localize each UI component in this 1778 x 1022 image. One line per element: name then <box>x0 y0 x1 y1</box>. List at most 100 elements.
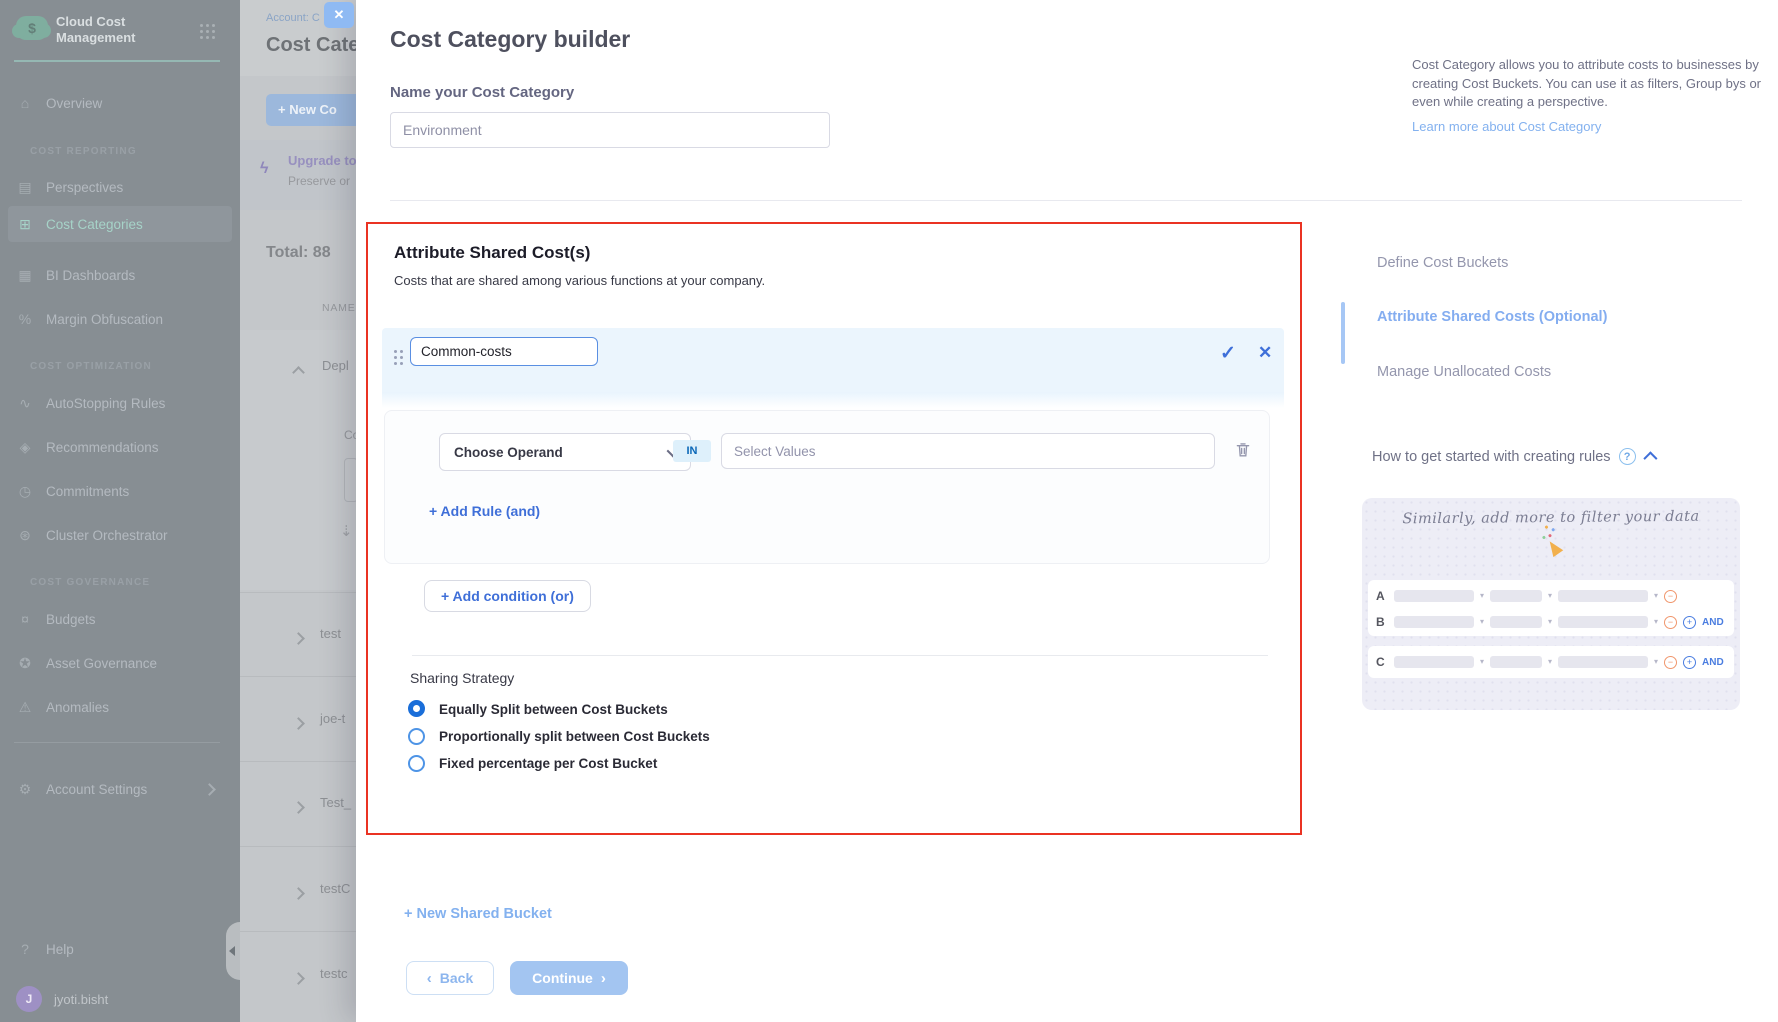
sidebar-divider <box>14 742 220 743</box>
home-icon: ⌂ <box>16 95 34 111</box>
sidebar-item-asset-governance[interactable]: ✪ Asset Governance <box>16 650 224 676</box>
sidebar-item-account-settings[interactable]: ⚙ Account Settings <box>16 776 224 802</box>
chevron-right-icon[interactable] <box>294 715 303 733</box>
close-drawer-button[interactable]: ✕ <box>324 2 354 28</box>
name-field-label: Name your Cost Category <box>390 84 574 101</box>
operand-select-value: Choose Operand <box>454 445 563 460</box>
new-cost-category-button[interactable]: + New Co <box>266 94 356 126</box>
table-row[interactable]: testC <box>320 881 350 896</box>
bg-inner-label: Co <box>344 428 356 442</box>
select-values-input[interactable] <box>721 433 1215 469</box>
radio-proportionally-split[interactable] <box>408 728 425 745</box>
sidebar-item-label: AutoStopping Rules <box>46 396 165 411</box>
table-row[interactable]: testc <box>320 966 347 981</box>
and-label: AND <box>1702 657 1724 668</box>
module-grid-icon[interactable] <box>200 24 203 27</box>
radio-fixed-percentage[interactable] <box>408 755 425 772</box>
continue-button[interactable]: Continue › <box>510 961 628 995</box>
caret-down-icon: ▾ <box>1654 592 1658 600</box>
sidebar-item-recommendations[interactable]: ◈ Recommendations <box>16 434 224 460</box>
placeholder-field <box>1394 590 1474 602</box>
table-row[interactable]: joe-t <box>320 711 345 726</box>
caret-down-icon: ▾ <box>1480 592 1484 600</box>
chevron-right-icon[interactable] <box>294 799 303 817</box>
illustration-row-b: B ▾ ▾ ▾ − + AND <box>1368 609 1734 635</box>
chevron-right-icon[interactable] <box>294 885 303 903</box>
sidebar-collapse-handle[interactable] <box>226 922 240 980</box>
step-attribute-shared-costs[interactable]: Attribute Shared Costs (Optional) <box>1377 309 1607 325</box>
sidebar-item-label: Cost Categories <box>46 217 143 232</box>
caret-down-icon: ▾ <box>1480 658 1484 666</box>
sidebar-item-budgets[interactable]: ¤ Budgets <box>16 606 224 632</box>
sidebar-item-overview[interactable]: ⌂ Overview <box>16 90 224 116</box>
question-mark-icon[interactable]: ? <box>1619 448 1636 465</box>
radio-equally-split[interactable] <box>408 700 425 717</box>
delete-rule-button[interactable] <box>1229 437 1257 465</box>
dashboards-icon: ▦ <box>16 267 34 284</box>
chevron-right-icon[interactable] <box>294 970 303 988</box>
confirm-check-icon[interactable]: ✓ <box>1220 342 1236 365</box>
drag-handle-icon[interactable] <box>394 350 397 353</box>
new-shared-bucket-link[interactable]: + New Shared Bucket <box>404 906 552 922</box>
cloud-cost-logo-icon: $ <box>16 16 48 40</box>
sidebar-item-margin-obfuscation[interactable]: % Margin Obfuscation <box>16 306 224 332</box>
chevron-right-icon[interactable] <box>294 630 303 648</box>
rules-illustration-panel: Similarly, add more to filter your data … <box>1362 498 1740 710</box>
dollar-glyph: $ <box>28 20 36 36</box>
sidebar-item-commitments[interactable]: ◷ Commitments <box>16 478 224 504</box>
bg-clipped-input <box>344 458 356 502</box>
sidebar-section-cost-optimization: COST OPTIMIZATION <box>30 361 152 372</box>
step-manage-unallocated-costs[interactable]: Manage Unallocated Costs <box>1377 364 1551 380</box>
upgrade-title: Upgrade to <box>288 153 356 168</box>
user-menu[interactable]: J jyoti.bisht <box>16 986 224 1012</box>
asset-governance-icon: ✪ <box>16 655 34 672</box>
radio-label-fixed-percentage[interactable]: Fixed percentage per Cost Bucket <box>439 756 657 771</box>
sidebar-item-cluster-orchestrator[interactable]: ⊛ Cluster Orchestrator <box>16 522 224 548</box>
recommendations-icon: ◈ <box>16 439 34 456</box>
app-title: Cloud Cost Management <box>56 14 135 46</box>
add-rule-link[interactable]: + Add Rule (and) <box>429 503 540 519</box>
back-button[interactable]: ‹ Back <box>406 961 494 995</box>
cluster-orchestrator-icon: ⊛ <box>16 527 34 544</box>
cost-category-name-input[interactable] <box>390 112 830 148</box>
operand-select[interactable]: Choose Operand <box>439 433 691 471</box>
table-row[interactable]: Test_ <box>320 795 351 810</box>
lightning-bolt-icon: ϟ <box>260 160 268 178</box>
sidebar-item-cost-categories[interactable]: ⊞ Cost Categories <box>8 206 232 242</box>
step-define-cost-buckets[interactable]: Define Cost Buckets <box>1377 255 1508 271</box>
sidebar-item-label: Cluster Orchestrator <box>46 528 168 543</box>
autostopping-icon: ∿ <box>16 395 34 412</box>
sidebar-item-autostopping-rules[interactable]: ∿ AutoStopping Rules <box>16 390 224 416</box>
chevron-up-icon[interactable] <box>294 364 303 382</box>
sidebar-item-label: Anomalies <box>46 700 109 715</box>
illustration-row-a: A ▾ ▾ ▾ − <box>1368 583 1734 609</box>
collapse-chevron-up-icon[interactable] <box>1643 451 1657 465</box>
screen: $ Cloud Cost Management ⌂ Overview COST … <box>0 0 1778 1022</box>
chevron-right-icon <box>205 782 214 797</box>
radio-label-proportionally-split[interactable]: Proportionally split between Cost Bucket… <box>439 729 710 744</box>
sidebar-item-perspectives[interactable]: ▤ Perspectives <box>16 174 224 200</box>
sidebar-item-label: Recommendations <box>46 440 159 455</box>
illustration-row-c: C ▾ ▾ ▾ − + AND <box>1368 649 1734 675</box>
sidebar-item-anomalies[interactable]: ⚠ Anomalies <box>16 694 224 720</box>
sidebar-item-bi-dashboards[interactable]: ▦ BI Dashboards <box>16 262 224 288</box>
add-condition-button[interactable]: + Add condition (or) <box>424 580 591 612</box>
table-row[interactable]: test <box>320 626 341 641</box>
cancel-x-icon[interactable]: ✕ <box>1258 343 1272 363</box>
cost-category-info-text: Cost Category allows you to attribute co… <box>1412 56 1766 112</box>
highlight-red-box: Attribute Shared Cost(s) Costs that are … <box>366 222 1302 835</box>
radio-label-equally-split[interactable]: Equally Split between Cost Buckets <box>439 702 668 717</box>
placeholder-field <box>1558 656 1648 668</box>
learn-more-link[interactable]: Learn more about Cost Category <box>1412 119 1601 134</box>
row-divider <box>240 931 356 932</box>
sidebar-item-label: BI Dashboards <box>46 268 135 283</box>
continue-button-label: Continue <box>532 970 593 986</box>
sharing-divider <box>412 655 1268 656</box>
back-button-label: Back <box>440 970 473 986</box>
shared-costs-section-description: Costs that are shared among various func… <box>394 273 765 288</box>
shared-bucket-name-input[interactable] <box>410 337 598 366</box>
row-divider <box>240 592 356 593</box>
table-row[interactable]: Depl <box>322 358 349 373</box>
chevron-left-icon: ‹ <box>427 971 432 986</box>
sidebar-item-help[interactable]: ? Help <box>16 936 224 962</box>
